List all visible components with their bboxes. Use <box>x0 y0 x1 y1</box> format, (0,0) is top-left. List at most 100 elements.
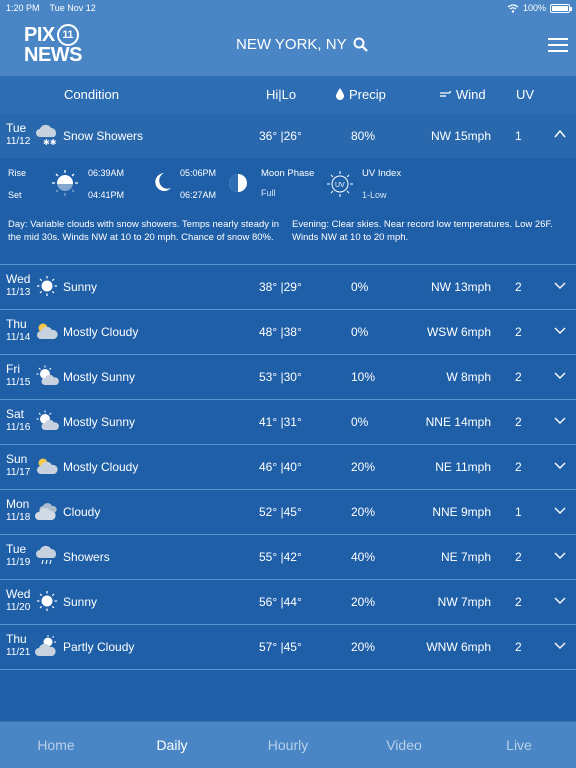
uv-text: 2 <box>515 415 522 429</box>
wifi-icon <box>507 3 519 13</box>
wind-text: WSW 6mph <box>426 325 491 339</box>
evening-desc-text: : Clear skies. Near record low temperatu… <box>292 219 553 243</box>
expanded-day-row[interactable]: Tue 11/12 ✱✱ Snow Showers 36° |26° 80% N… <box>0 114 576 265</box>
condition-text: Partly Cloudy <box>63 640 135 654</box>
moonset-time: 06:27AM <box>180 190 217 200</box>
day-description: Day: Variable clouds with snow showers. … <box>8 218 282 244</box>
pix11-logo[interactable]: PIX 11 NEWS <box>24 24 83 66</box>
chevron-down-icon[interactable] <box>553 458 567 472</box>
column-header: Condition Hi|Lo Precip Wind UV <box>0 76 576 114</box>
condition-text: Cloudy <box>63 505 101 519</box>
day-row[interactable]: Tue 11/19 Showers 55° |42° 40% NE 7mph 2 <box>0 535 576 580</box>
day-row[interactable]: Wed 11/13 Sunny 38° |29° 0% NW 13mph 2 <box>0 265 576 310</box>
search-icon[interactable] <box>353 37 368 52</box>
tab-video[interactable]: Video <box>364 737 444 753</box>
chevron-down-icon[interactable] <box>553 368 567 382</box>
hilo-text: 53° |30° <box>259 370 302 384</box>
sunny-icon <box>37 591 57 611</box>
day-row[interactable]: Thu 11/21 Partly Cloudy 57° |45° 20% WNW… <box>0 625 576 670</box>
chevron-down-icon[interactable] <box>553 503 567 517</box>
chevron-down-icon[interactable] <box>553 323 567 337</box>
hilo-text: 48° |38° <box>259 325 302 339</box>
uv-text: 2 <box>515 640 522 654</box>
cloudy-icon <box>35 503 57 520</box>
precip-text: 0% <box>351 325 369 339</box>
condition-text: Mostly Cloudy <box>63 325 139 339</box>
day-row[interactable]: Fri 11/15 Mostly Sunny 53° |30° 10% W 8m… <box>0 355 576 400</box>
col-uv: UV <box>516 87 535 102</box>
battery-percent: 100% <box>522 3 546 13</box>
tab-hourly[interactable]: Hourly <box>248 737 328 753</box>
precip-text: 20% <box>351 505 376 519</box>
moonrise-time: 05:06PM <box>180 168 217 178</box>
hilo-text: 56° |44° <box>259 595 302 609</box>
col-hilo: Hi|Lo <box>266 87 297 102</box>
set-label: Set <box>8 190 22 200</box>
mostly-sunny-icon <box>36 410 59 430</box>
wind-text: NE 7mph <box>440 550 491 564</box>
location-label: NEW YORK, NY <box>236 36 347 53</box>
day-row[interactable]: Sun 11/17 Mostly Cloudy 46° |40° 20% NE … <box>0 445 576 490</box>
wind-text: NNE 14mph <box>425 415 491 429</box>
chevron-up-icon[interactable] <box>553 127 567 141</box>
rise-label: Rise <box>8 168 27 178</box>
day-label: Wed 11/20 <box>6 587 31 614</box>
day-desc-label: Day <box>8 219 25 230</box>
chevron-down-icon[interactable] <box>553 278 567 292</box>
day-label: Tue 11/19 <box>6 542 31 569</box>
location-selector[interactable]: NEW YORK, NY <box>236 36 368 53</box>
wind-text: NNE 9mph <box>432 505 491 519</box>
precip-text: 20% <box>351 595 376 609</box>
snow-cloud-icon: ✱✱ <box>36 124 57 146</box>
chevron-down-icon[interactable] <box>553 548 567 562</box>
wind-text: NE 11mph <box>435 460 491 474</box>
day-label: Fri 11/15 <box>6 362 31 389</box>
wind-text: NW 15mph <box>430 129 491 143</box>
condition-text: Showers <box>63 550 110 564</box>
day-row[interactable]: Mon 11/18 Cloudy 52° |45° 20% NNE 9mph 1 <box>0 490 576 535</box>
hilo-text: 52° |45° <box>259 505 302 519</box>
expanded-summary[interactable]: Tue 11/12 ✱✱ Snow Showers 36° |26° 80% N… <box>0 114 576 158</box>
svg-text:✱✱: ✱✱ <box>43 138 57 146</box>
precip-text: 40% <box>351 550 376 564</box>
day-label: Tue 11/12 <box>6 121 31 148</box>
hilo-text: 57° |45° <box>259 640 302 654</box>
condition-text: Sunny <box>63 280 98 294</box>
tab-live[interactable]: Live <box>479 737 559 753</box>
hilo-text: 36° |26° <box>259 129 302 143</box>
uv-text: 2 <box>515 325 522 339</box>
chevron-down-icon[interactable] <box>553 638 567 652</box>
moon-icon <box>155 173 171 191</box>
col-precip: Precip <box>349 87 386 102</box>
day-desc-text: : Variable clouds with snow showers. Tem… <box>8 219 280 243</box>
evening-desc-label: Evening <box>292 219 327 230</box>
day-row[interactable]: Wed 11/20 Sunny 56° |44° 20% NW 7mph 2 <box>0 580 576 625</box>
status-right: 100% <box>507 3 572 13</box>
tab-home[interactable]: Home <box>16 737 96 753</box>
mostly-cloudy-icon <box>37 323 58 339</box>
uv-text: 2 <box>515 595 522 609</box>
condition-text: Sunny <box>63 595 98 609</box>
logo-eleven: 11 <box>56 24 79 46</box>
col-wind: Wind <box>456 87 486 102</box>
day-label: Mon 11/18 <box>6 497 31 524</box>
precip-text: 80% <box>351 129 376 143</box>
condition-text: Snow Showers <box>63 129 144 143</box>
chevron-down-icon[interactable] <box>553 593 567 607</box>
wind-icon <box>440 90 451 97</box>
precip-text: 0% <box>351 415 369 429</box>
day-row[interactable]: Thu 11/14 Mostly Cloudy 48° |38° 0% WSW … <box>0 310 576 355</box>
chevron-down-icon[interactable] <box>553 413 567 427</box>
uv-text: 2 <box>515 460 522 474</box>
sunrise-time: 06:39AM <box>88 168 125 178</box>
wind-text: W 8mph <box>446 370 491 384</box>
full-moon-icon <box>229 174 247 192</box>
partly-cloudy-icon <box>35 635 56 656</box>
hamburger-menu-icon[interactable] <box>548 38 568 52</box>
uv-badge: UV <box>335 182 345 189</box>
tab-daily[interactable]: Daily <box>132 737 212 753</box>
uv-text: 2 <box>515 280 522 294</box>
logo-news: NEWS <box>24 44 83 66</box>
sunny-icon <box>37 276 57 296</box>
day-row[interactable]: Sat 11/16 Mostly Sunny 41° |31° 0% NNE 1… <box>0 400 576 445</box>
